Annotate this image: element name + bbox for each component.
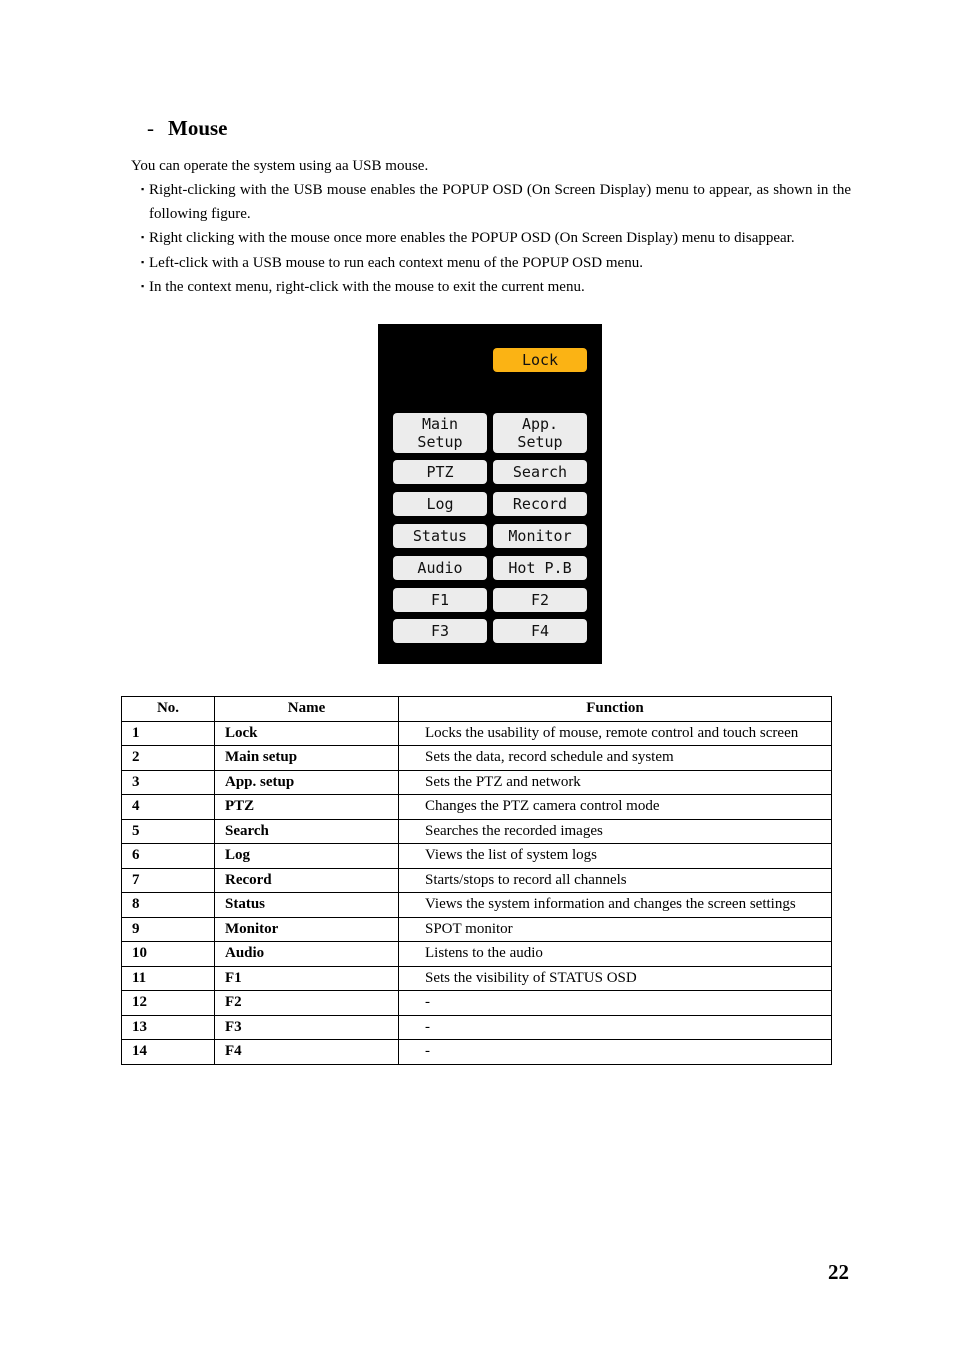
osd-search-button[interactable]: Search [493,460,587,484]
osd-ptz-button[interactable]: PTZ [393,460,487,484]
table-row: 5 Search Searches the recorded images [121,818,832,844]
osd-log-button[interactable]: Log [393,492,487,516]
bullet-item: ▪ Right clicking with the mouse once more… [141,226,851,251]
table-row: 6 Log Views the list of system logs [121,843,832,869]
table-row: 4 PTZ Changes the PTZ camera control mode [121,794,832,820]
table-row: 7 Record Starts/stops to record all channe… [121,867,832,893]
bullet-icon: ▪ [141,184,145,194]
osd-f4-button[interactable]: F4 [493,619,587,643]
table-row: 9 Monitor SPOT monitor [121,916,832,942]
table-row: 8 Status Views the system information and … [121,892,832,918]
table-header-row: No. Name Function [121,696,832,722]
osd-main-setup-button[interactable]: Main Setup [393,413,487,453]
table-row: 10 Audio Listens to the audio [121,941,832,967]
bullet-item: ▪ Right-clicking with the USB mouse enabl… [141,178,851,226]
table-row: 13 F3- [121,1014,832,1040]
osd-lock-button[interactable]: Lock [493,348,587,372]
osd-status-button[interactable]: Status [393,524,487,548]
table-row: 3 App. setup Sets the PTZ and network [121,769,832,795]
header-no: No. [121,696,215,722]
popup-osd-menu-figure: Lock Main Setup App. Setup PTZ Search Lo… [378,324,602,664]
table-row: 2 Main setup Sets the data, record schedul… [121,745,832,771]
bullet-icon: ▪ [141,232,145,242]
heading-dash: - [147,116,154,140]
osd-audio-button[interactable]: Audio [393,556,487,580]
bullet-item: ▪ In the context menu, right-click with t… [141,275,851,300]
function-table: No. Name Function 1 Lock Locks the usabili… [121,696,832,1065]
intro-text: You can operate the system using aa USB … [131,158,429,174]
bullet-icon: ▪ [141,256,145,267]
osd-f1-button[interactable]: F1 [393,588,487,612]
osd-f2-button[interactable]: F2 [493,588,587,612]
osd-f3-button[interactable]: F3 [393,619,487,643]
table-row: 11 F1 Sets the visibility of STATUS OSD [121,965,832,991]
table-row: 1 Lock Locks the usability of mouse, remot… [121,720,832,746]
table-row: 14 F4- [121,1039,832,1065]
bullet-item: ▪ Left-click with a USB mouse to run each… [141,251,851,276]
header-name: Name [214,696,399,722]
page-number: 22 [828,1260,849,1284]
osd-monitor-button[interactable]: Monitor [493,524,587,548]
osd-record-button[interactable]: Record [493,492,587,516]
osd-hot-pb-button[interactable]: Hot P.B [493,556,587,580]
heading-title: Mouse [168,116,228,140]
bullet-icon: ▪ [141,281,145,291]
osd-app-setup-button[interactable]: App. Setup [493,413,587,453]
header-function: Function [398,696,832,722]
table-row: 12 F2- [121,990,832,1016]
bullet-list: ▪ Right-clicking with the USB mouse enabl… [141,178,851,300]
section-heading: - Mouse [147,116,228,141]
